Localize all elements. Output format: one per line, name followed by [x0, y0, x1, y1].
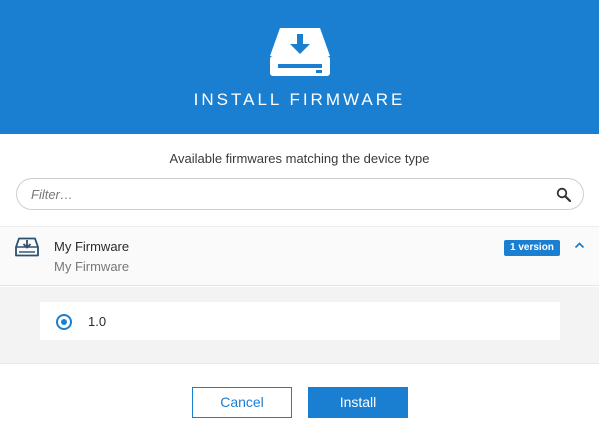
radio-selected-dot — [61, 319, 67, 325]
version-label: 1.0 — [88, 314, 107, 329]
install-drive-icon — [15, 237, 39, 257]
dialog-header: INSTALL FIRMWARE — [0, 0, 599, 134]
version-radio[interactable] — [56, 314, 72, 330]
versions-panel: 1.0 — [0, 287, 599, 363]
version-option[interactable]: 1.0 — [40, 302, 560, 340]
version-count-badge: 1 version — [504, 240, 560, 256]
filter-input[interactable] — [31, 185, 531, 203]
cancel-button[interactable]: Cancel — [192, 387, 292, 418]
firmware-list-item[interactable]: My Firmware My Firmware 1 version — [0, 226, 599, 286]
install-button[interactable]: Install — [308, 387, 408, 418]
install-firmware-dialog: INSTALL FIRMWARE Available firmwares mat… — [0, 0, 599, 440]
search-icon[interactable] — [556, 187, 571, 202]
firmware-name: My Firmware — [54, 239, 130, 254]
filter-box — [16, 178, 584, 210]
chevron-up-icon[interactable] — [574, 241, 585, 249]
install-drive-icon — [270, 28, 330, 76]
firmware-subtitle: My Firmware — [54, 259, 130, 274]
dialog-title: INSTALL FIRMWARE — [193, 90, 406, 109]
subtitle: Available firmwares matching the device … — [169, 151, 430, 166]
dialog-footer: Cancel Install — [0, 363, 599, 440]
